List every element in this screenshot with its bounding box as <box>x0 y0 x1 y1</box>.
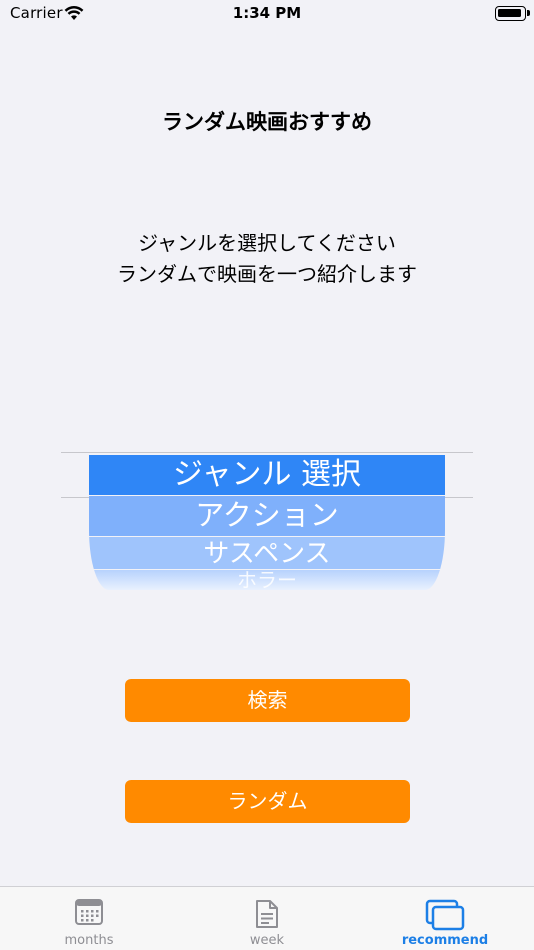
tab-week[interactable]: week <box>178 887 356 950</box>
genre-picker[interactable]: ジャンル 選択 アクション サスペンス ホラー <box>89 455 445 590</box>
calendar-icon <box>75 899 103 925</box>
document-icon <box>256 900 278 928</box>
status-bar: Carrier 1:34 PM <box>0 0 534 28</box>
tab-months[interactable]: months <box>0 887 178 950</box>
page-title: ランダム映画おすすめ <box>162 110 372 134</box>
screen: Carrier 1:34 PM ランダム映画おすすめ ジャンルを選択してください… <box>0 0 534 950</box>
search-button[interactable]: 検索 <box>125 679 410 722</box>
battery-icon <box>495 6 530 21</box>
random-button[interactable]: ランダム <box>125 780 410 823</box>
cards-icon <box>425 899 465 931</box>
picker-row-horror[interactable]: ホラー <box>89 570 445 590</box>
description-line-1: ジャンルを選択してください <box>138 231 396 255</box>
tab-bar: months week recommend <box>0 886 534 950</box>
picker-row-suspense[interactable]: サスペンス <box>89 537 445 569</box>
tab-recommend[interactable]: recommend <box>356 887 534 950</box>
tab-recommend-label: recommend <box>401 933 489 948</box>
tab-week-label: week <box>249 933 285 948</box>
picker-row-action[interactable]: アクション <box>89 496 445 536</box>
description-line-2: ランダムで映画を一つ紹介します <box>117 262 417 286</box>
clock: 1:34 PM <box>232 4 302 22</box>
picker-row-selected[interactable]: ジャンル 選択 <box>89 455 445 495</box>
description: ジャンルを選択してください ランダムで映画を一つ紹介します <box>0 228 534 290</box>
tab-months-label: months <box>64 933 114 948</box>
picker-selection-top-divider <box>61 452 473 453</box>
